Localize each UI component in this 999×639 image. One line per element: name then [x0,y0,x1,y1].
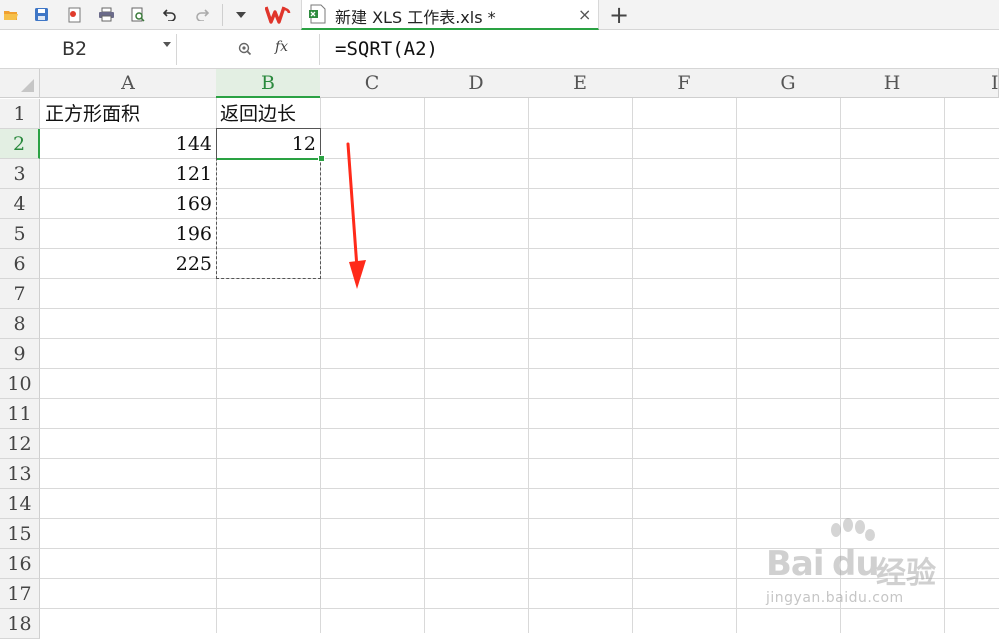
row-header-13[interactable]: 13 [0,459,40,489]
select-all-triangle-icon [21,79,34,92]
active-cell-border [216,128,321,160]
select-all-corner[interactable] [0,69,40,98]
row-header-18[interactable]: 18 [0,609,40,639]
column-header-c[interactable]: C [320,69,425,98]
watermark-brand: Bai [766,544,825,584]
cell-a4[interactable]: 169 [40,189,216,219]
column-header-h[interactable]: H [840,69,945,98]
cell-a6[interactable]: 225 [40,249,216,279]
formula-bar: B2 fx =SQRT(A2) [0,32,999,69]
column-header-a[interactable]: A [40,69,217,98]
column-header-d[interactable]: D [424,69,529,98]
column-header-i[interactable]: I [944,69,999,98]
cell-a5[interactable]: 196 [40,219,216,249]
zoom-icon[interactable] [238,41,252,60]
cell-b1[interactable]: 返回边长 [216,99,320,129]
chevron-down-icon[interactable] [163,42,171,47]
redo-icon[interactable] [190,0,214,29]
toolbar-separator [222,4,223,26]
tab-document[interactable]: 新建 XLS 工作表.xls * × [301,0,599,30]
insert-function-button[interactable]: fx [275,39,288,55]
row-header-1[interactable]: 1 [0,99,40,129]
save-icon[interactable] [30,0,52,29]
row-header-12[interactable]: 12 [0,429,40,459]
row-header-10[interactable]: 10 [0,369,40,399]
column-header-b[interactable]: B [216,69,321,98]
row-header-8[interactable]: 8 [0,309,40,339]
watermark-brand-cn: 经验 [876,556,936,591]
row-header-15[interactable]: 15 [0,519,40,549]
open-folder-icon[interactable] [0,0,22,29]
title-bar: 新建 XLS 工作表.xls * × + [0,0,999,30]
wps-logo-icon[interactable] [262,0,294,29]
fill-handle[interactable] [318,155,325,162]
document-tab-title: 新建 XLS 工作表.xls * [335,8,496,27]
column-header-e[interactable]: E [528,69,633,98]
cell-a3[interactable]: 121 [40,159,216,189]
row-header-5[interactable]: 5 [0,219,40,249]
row-header-4[interactable]: 4 [0,189,40,219]
row-header-3[interactable]: 3 [0,159,40,189]
export-pdf-icon[interactable] [62,0,86,29]
formula-input[interactable]: =SQRT(A2) [319,34,999,65]
new-tab-button[interactable]: + [606,0,632,29]
name-box-value: B2 [62,38,88,60]
undo-icon[interactable] [158,0,182,29]
more-dropdown-icon[interactable] [230,0,252,29]
close-tab-icon[interactable]: × [578,5,591,24]
formula-text: =SQRT(A2) [335,38,438,60]
row-header-6[interactable]: 6 [0,249,40,279]
row-header-7[interactable]: 7 [0,279,40,309]
column-header-g[interactable]: G [736,69,841,98]
row-header-16[interactable]: 16 [0,549,40,579]
row-header-14[interactable]: 14 [0,489,40,519]
xls-file-icon [309,4,327,28]
print-icon[interactable] [94,0,118,29]
cell-a2[interactable]: 144 [40,129,216,159]
baidu-watermark: Bai du 经验 jingyan.baidu.com [762,518,952,618]
watermark-brand-du: du [832,544,880,584]
name-box[interactable]: B2 [0,34,177,65]
print-preview-icon[interactable] [126,0,150,29]
row-header-9[interactable]: 9 [0,339,40,369]
row-header-11[interactable]: 11 [0,399,40,429]
row-header-17[interactable]: 17 [0,579,40,609]
row-header-2[interactable]: 2 [0,129,40,159]
watermark-url: jingyan.baidu.com [766,590,904,606]
active-cell-underline [217,158,320,160]
cell-a1[interactable]: 正方形面积 [40,99,216,129]
column-header-f[interactable]: F [632,69,737,98]
down-arrow-icon [346,142,366,289]
